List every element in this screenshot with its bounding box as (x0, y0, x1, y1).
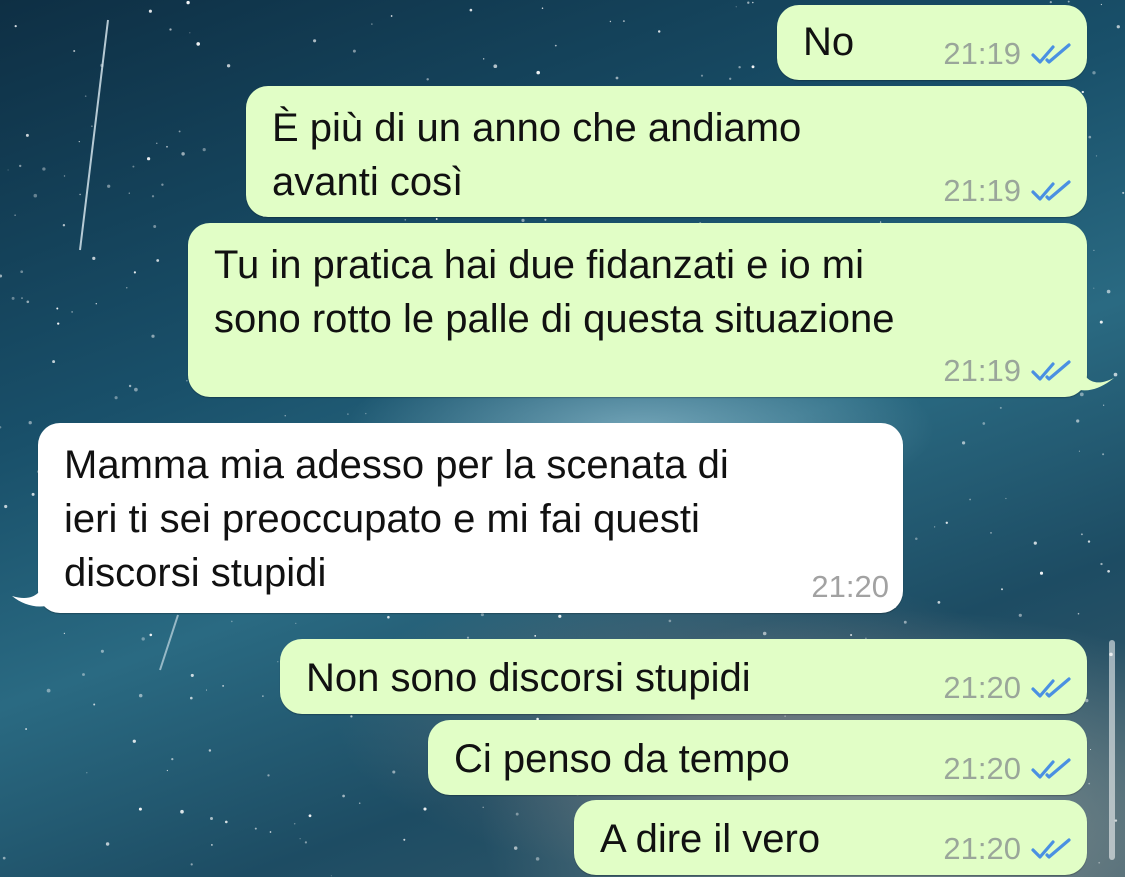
message-meta: 21:20 (943, 829, 1073, 869)
message-timestamp: 21:19 (943, 173, 1021, 208)
double-check-icon (1031, 838, 1071, 859)
double-check-icon (1031, 758, 1071, 779)
message-meta: 21:19 (943, 171, 1073, 211)
message-bubble-outgoing[interactable]: È più di un anno che andiamo avanti così… (246, 86, 1087, 217)
message-text: A dire il vero (600, 812, 820, 866)
scrollbar[interactable] (1109, 640, 1115, 860)
double-check-icon (1031, 180, 1071, 201)
message-bubble-outgoing[interactable]: No 21:19 (777, 5, 1087, 80)
message-bubble-incoming[interactable]: Mamma mia adesso per la scenata di ieri … (38, 423, 903, 613)
message-bubble-outgoing[interactable]: Ci penso da tempo 21:20 (428, 720, 1087, 795)
message-line: discorsi stupidi (64, 551, 327, 595)
message-line: Tu in pratica hai due fidanzati e io mi (214, 243, 864, 287)
message-bubble-outgoing[interactable]: A dire il vero 21:20 (574, 800, 1087, 875)
message-line: Non sono discorsi stupidi (306, 656, 751, 700)
message-text: Tu in pratica hai due fidanzati e io mi … (214, 238, 894, 346)
message-timestamp: 21:20 (943, 670, 1021, 705)
message-meta: 21:19 (943, 351, 1073, 391)
message-text: È più di un anno che andiamo avanti così (272, 101, 801, 209)
message-line: ieri ti sei preoccupato e mi fai questi (64, 497, 700, 541)
message-timestamp: 21:20 (943, 751, 1021, 786)
bubble-tail-incoming (12, 578, 46, 607)
message-text: No (803, 15, 854, 69)
message-line: avanti così (272, 160, 464, 204)
double-check-icon (1031, 43, 1071, 64)
message-line: sono rotto le palle di questa situazione (214, 297, 895, 341)
message-text: Ci penso da tempo (454, 732, 790, 786)
message-timestamp: 21:20 (811, 569, 889, 604)
message-line: È più di un anno che andiamo (272, 106, 802, 150)
message-line: Mamma mia adesso per la scenata di (64, 443, 729, 487)
double-check-icon (1031, 677, 1071, 698)
message-meta: 21:20 (811, 567, 889, 607)
message-timestamp: 21:19 (943, 353, 1021, 388)
message-timestamp: 21:19 (943, 36, 1021, 71)
message-meta: 21:20 (943, 668, 1073, 708)
message-bubble-outgoing[interactable]: Non sono discorsi stupidi 21:20 (280, 639, 1087, 714)
message-line: A dire il vero (600, 817, 821, 861)
message-meta: 21:19 (943, 34, 1073, 74)
message-text: Mamma mia adesso per la scenata di ieri … (64, 438, 729, 600)
message-text: Non sono discorsi stupidi (306, 651, 751, 705)
message-meta: 21:20 (943, 749, 1073, 789)
double-check-icon (1031, 360, 1071, 381)
message-timestamp: 21:20 (943, 831, 1021, 866)
message-line: No (803, 20, 855, 64)
message-line: Ci penso da tempo (454, 737, 790, 781)
bubble-tail-outgoing (1080, 364, 1114, 391)
message-bubble-outgoing[interactable]: Tu in pratica hai due fidanzati e io mi … (188, 223, 1087, 397)
chat-conversation[interactable]: No 21:19 È più di un anno che andiamo av… (0, 0, 1125, 877)
